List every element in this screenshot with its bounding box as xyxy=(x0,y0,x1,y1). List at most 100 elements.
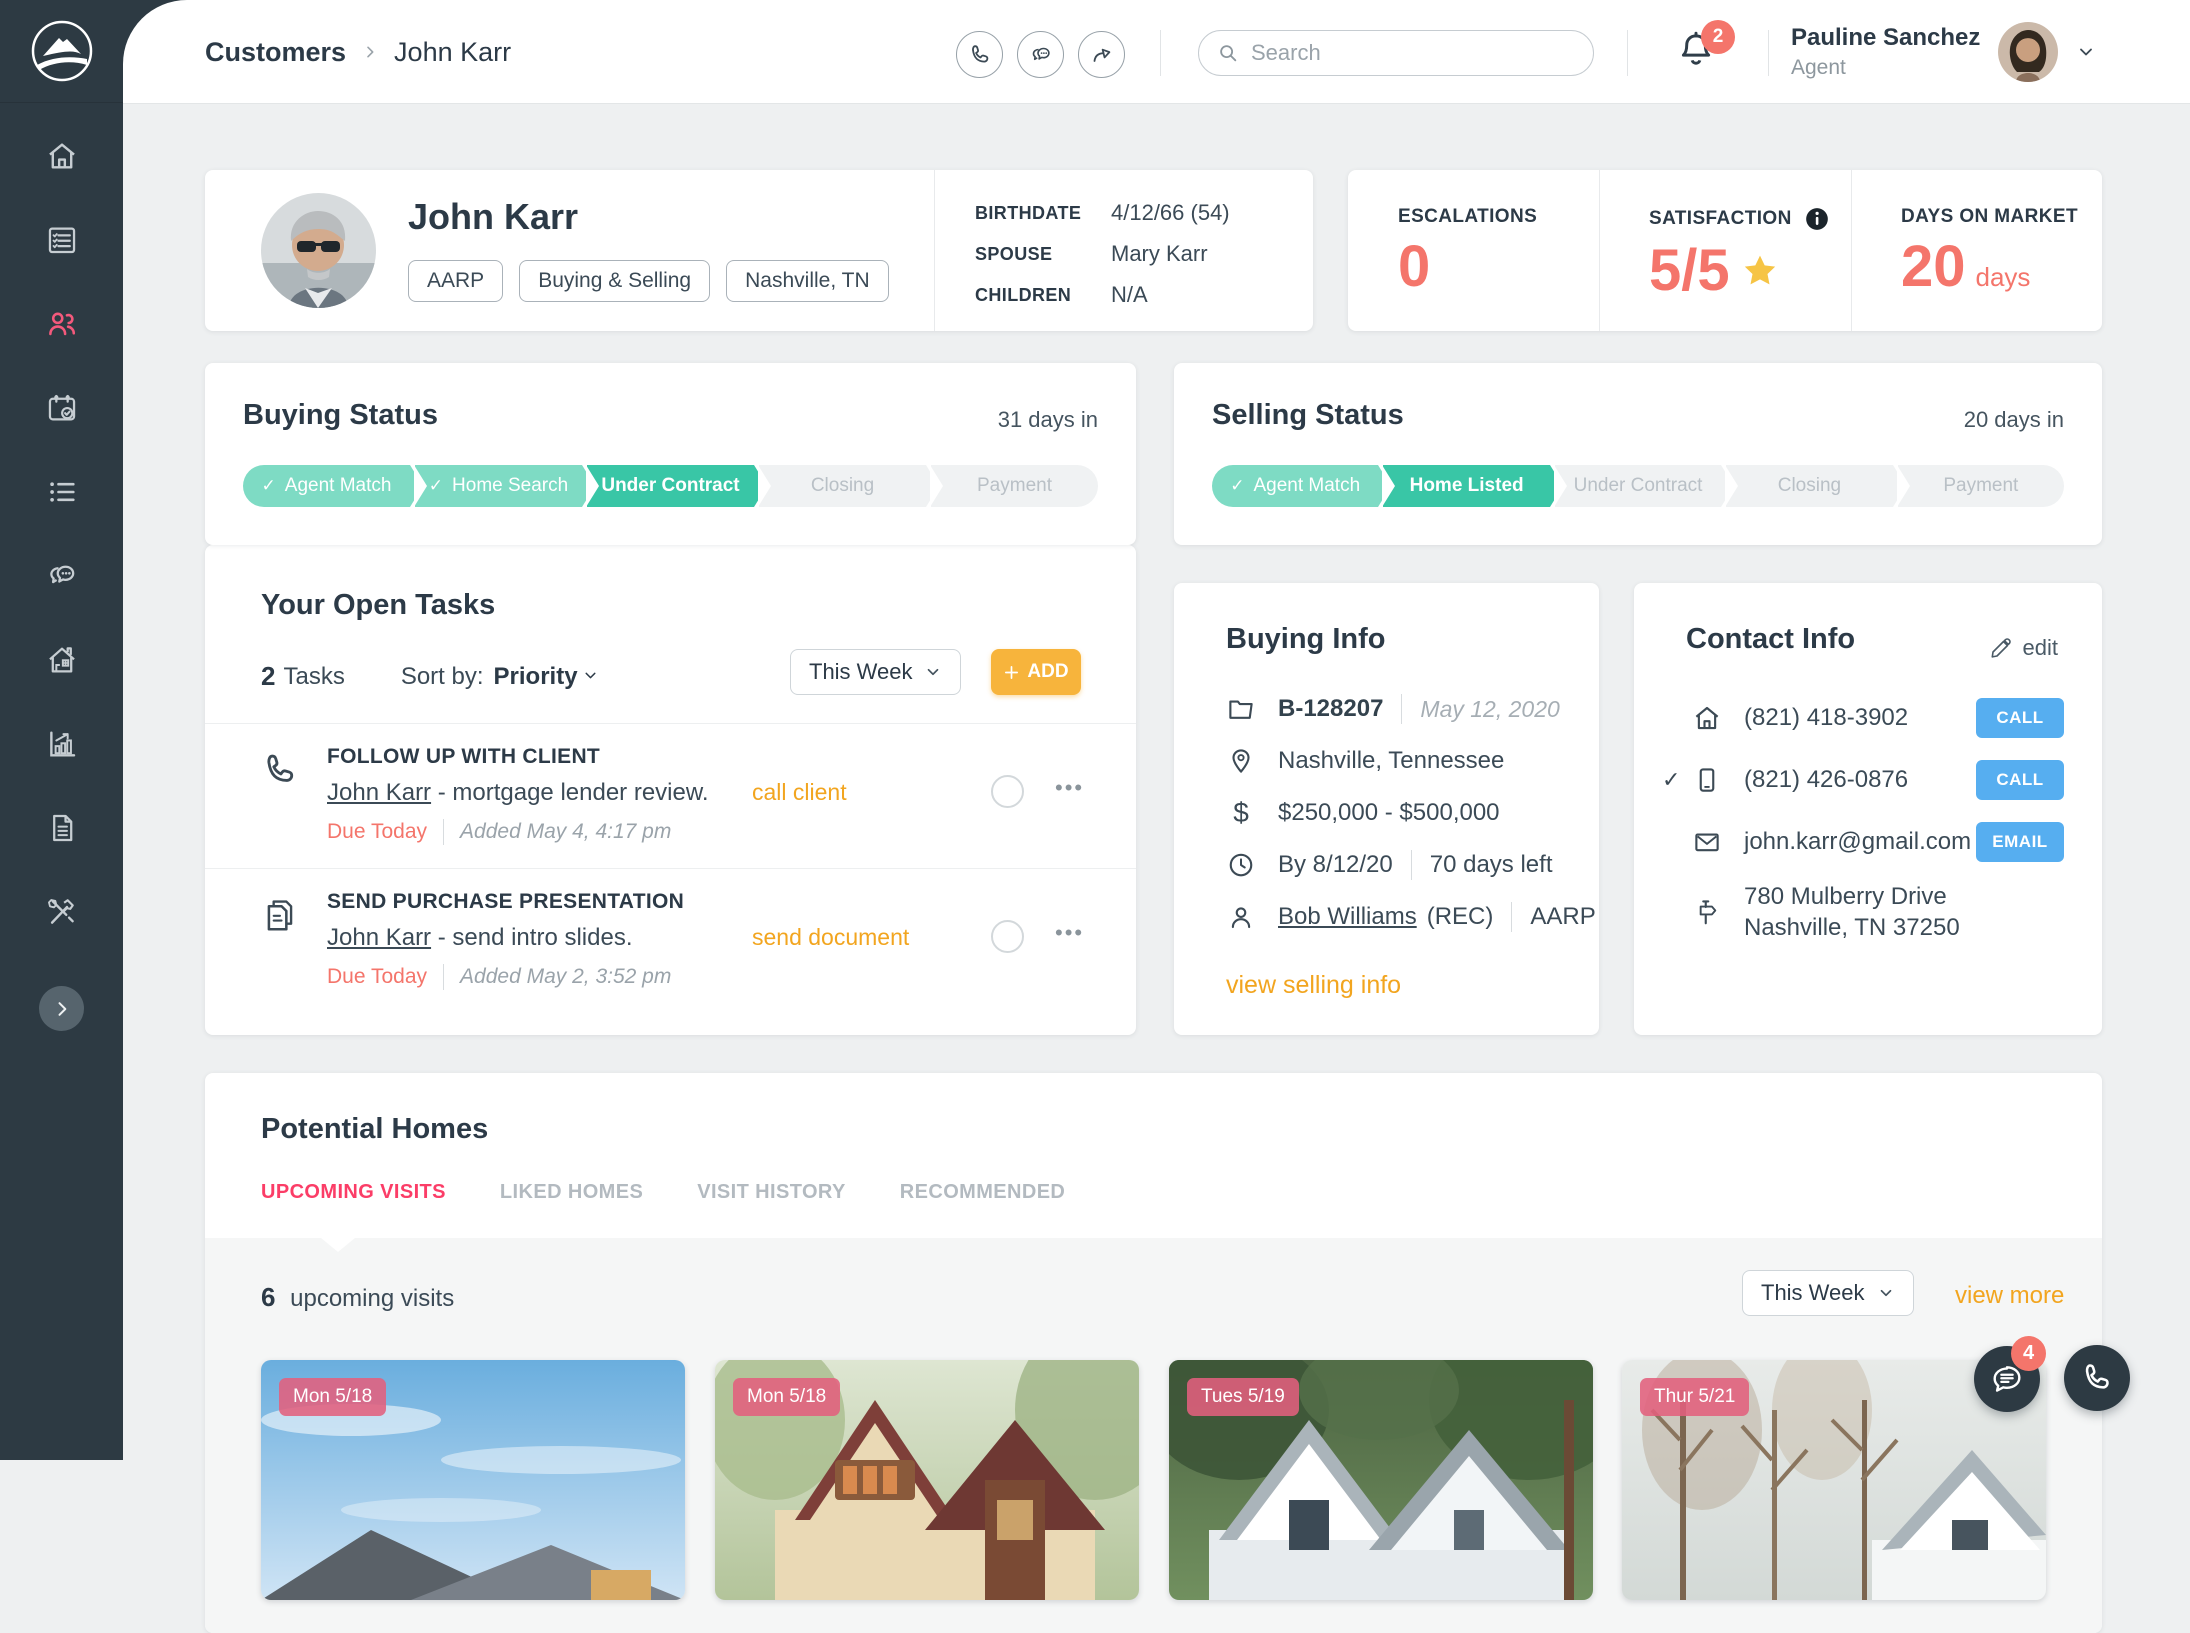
more-menu-icon[interactable]: ••• xyxy=(1055,775,1084,801)
step-agent-match[interactable]: ✓Agent Match xyxy=(1212,465,1378,507)
call-mobile-button[interactable]: CALL xyxy=(1976,760,2064,800)
tab-visit-history[interactable]: VISIT HISTORY xyxy=(697,1181,846,1204)
selling-status-duration: 20 days in xyxy=(1964,407,2064,433)
visit-date-badge: Mon 5/18 xyxy=(733,1378,840,1416)
notifications-button[interactable]: 2 xyxy=(1675,28,1727,80)
stat-value: 20 xyxy=(1901,238,1966,296)
task-title: SEND PURCHASE PRESENTATION xyxy=(327,890,684,914)
add-task-button[interactable]: ADD xyxy=(991,649,1081,695)
task-row-send-presentation: SEND PURCHASE PRESENTATION John Karr - s… xyxy=(205,868,1136,1013)
buying-info-title: Buying Info xyxy=(1226,623,1385,656)
step-under-contract[interactable]: Under Contract xyxy=(1555,465,1721,507)
mountain-logo-icon xyxy=(29,18,95,84)
visit-card-3[interactable]: Tues 5/19 xyxy=(1169,1360,1593,1600)
sidebar-item-properties[interactable] xyxy=(42,642,82,678)
sidebar-item-documents[interactable] xyxy=(42,810,82,846)
sort-value-dropdown[interactable]: Priority xyxy=(494,663,599,691)
call-home-button[interactable]: CALL xyxy=(1976,698,2064,738)
step-home-search[interactable]: ✓Home Search xyxy=(415,465,582,507)
info-icon[interactable] xyxy=(1804,206,1830,232)
deadline: By 8/12/20 xyxy=(1278,851,1393,879)
chat-fab[interactable]: 4 xyxy=(1974,1346,2040,1412)
tag-location: Nashville, TN xyxy=(726,260,888,302)
sidebar-expand-button[interactable] xyxy=(39,986,84,1031)
task-client-link[interactable]: John Karr xyxy=(327,779,431,806)
step-payment[interactable]: Payment xyxy=(931,465,1098,507)
sidebar-item-messages[interactable] xyxy=(42,558,82,594)
stats-card: ESCALATIONS 0 SATISFACTION 5/5 DAYS ON M… xyxy=(1348,170,2102,331)
dollar-icon: $ xyxy=(1226,797,1256,829)
task-complete-checkbox[interactable] xyxy=(991,775,1024,808)
step-closing[interactable]: Closing xyxy=(1726,465,1892,507)
share-quick-button[interactable] xyxy=(1078,31,1125,78)
task-complete-checkbox[interactable] xyxy=(991,920,1024,953)
breadcrumb: Customers John Karr xyxy=(205,0,511,104)
tab-recommended[interactable]: RECOMMENDED xyxy=(900,1181,1066,1204)
property-house-icon xyxy=(45,643,79,677)
user-menu[interactable]: Pauline Sanchez Agent xyxy=(1791,0,2096,104)
folder-icon xyxy=(1226,694,1256,724)
call-fab[interactable] xyxy=(2064,1345,2130,1411)
more-menu-icon[interactable]: ••• xyxy=(1055,920,1084,946)
deadline-remaining: 70 days left xyxy=(1430,851,1553,879)
sidebar-item-tools[interactable] xyxy=(42,894,82,930)
address-line1: 780 Mulberry Drive xyxy=(1744,883,1947,910)
sidebar-item-lists[interactable] xyxy=(42,474,82,510)
breadcrumb-customers[interactable]: Customers xyxy=(205,37,346,68)
visit-card-1[interactable]: Mon 5/18 xyxy=(261,1360,685,1600)
step-under-contract[interactable]: Under Contract xyxy=(587,465,754,507)
tab-upcoming-visits[interactable]: UPCOMING VISITS xyxy=(261,1181,446,1204)
header-divider xyxy=(1627,30,1628,76)
sidebar-item-customers[interactable] xyxy=(42,306,82,342)
check-icon: ✓ xyxy=(1662,767,1692,793)
task-client-link[interactable]: John Karr xyxy=(327,924,431,951)
email-button[interactable]: EMAIL xyxy=(1976,822,2064,862)
tasks-meta: 2 Tasks Sort by: Priority xyxy=(261,661,599,692)
step-payment[interactable]: Payment xyxy=(1898,465,2064,507)
field-label: SPOUSE xyxy=(975,244,1111,265)
header-divider xyxy=(1160,30,1161,76)
buying-info-agent-row: Bob Williams (REC) AARP xyxy=(1226,891,1596,943)
sidebar-item-tasks[interactable] xyxy=(42,222,82,258)
step-closing[interactable]: Closing xyxy=(759,465,926,507)
user-role: Agent xyxy=(1791,56,1980,80)
tasks-week-filter-select[interactable]: This Week xyxy=(790,649,961,695)
tag-aarp: AARP xyxy=(408,260,503,302)
email-address: john.karr@gmail.com xyxy=(1744,828,1971,856)
visit-card-2[interactable]: Mon 5/18 xyxy=(715,1360,1139,1600)
view-more-link[interactable]: view more xyxy=(1955,1282,2064,1310)
phone-icon xyxy=(968,43,992,67)
step-label: Home Listed xyxy=(1410,475,1524,497)
chevron-right-icon xyxy=(362,44,378,60)
app-logo[interactable] xyxy=(0,0,123,103)
visits-week-filter-select[interactable]: This Week xyxy=(1742,1270,1914,1316)
step-home-listed[interactable]: Home Listed xyxy=(1383,465,1549,507)
step-agent-match[interactable]: ✓Agent Match xyxy=(243,465,410,507)
customer-name: John Karr xyxy=(408,196,578,238)
send-document-link[interactable]: send document xyxy=(752,924,909,951)
map-pin-icon xyxy=(1226,746,1256,776)
edit-contact-button[interactable]: edit xyxy=(1989,635,2058,661)
search-input[interactable] xyxy=(1251,40,1575,66)
stat-escalations: ESCALATIONS 0 xyxy=(1348,170,1599,331)
buying-info-reference-row: B-128207 May 12, 2020 xyxy=(1226,683,1596,735)
tasks-count-label: Tasks xyxy=(283,663,344,691)
stat-satisfaction: SATISFACTION 5/5 xyxy=(1599,170,1851,331)
agent-link[interactable]: Bob Williams xyxy=(1278,903,1417,931)
view-selling-info-link[interactable]: view selling info xyxy=(1226,971,1401,1000)
sidebar-item-analytics[interactable] xyxy=(42,726,82,762)
sort-label: Sort by: xyxy=(401,663,484,691)
field-value: Mary Karr xyxy=(1111,241,1208,267)
call-client-link[interactable]: call client xyxy=(752,779,847,806)
step-label: Payment xyxy=(1943,475,2018,497)
tab-liked-homes[interactable]: LIKED HOMES xyxy=(500,1181,643,1204)
address-row: 780 Mulberry DriveNashville, TN 37250 xyxy=(1662,873,2064,951)
sidebar-item-home[interactable] xyxy=(42,138,82,174)
message-quick-button[interactable] xyxy=(1017,31,1064,78)
sort-value: Priority xyxy=(494,663,578,690)
sidebar-item-calendar[interactable] xyxy=(42,390,82,426)
call-quick-button[interactable] xyxy=(956,31,1003,78)
stat-value: 0 xyxy=(1398,238,1599,296)
step-label: Payment xyxy=(977,475,1052,497)
signpost-icon xyxy=(1692,897,1722,927)
